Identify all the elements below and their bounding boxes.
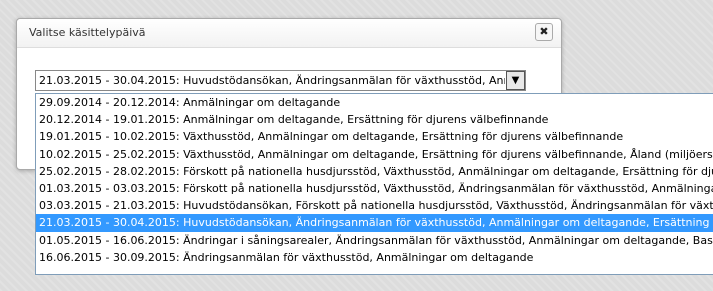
- option-item[interactable]: 29.09.2014 - 20.12.2014: Anmälningar om …: [36, 94, 713, 111]
- option-item[interactable]: 16.06.2015 - 30.09.2015: Ändringsanmälan…: [36, 249, 713, 266]
- option-item[interactable]: 01.05.2015 - 16.06.2015: Ändringar i sån…: [36, 232, 713, 249]
- option-item[interactable]: 19.01.2015 - 10.02.2015: Växthusstöd, An…: [36, 128, 713, 145]
- dropdown-arrow-button[interactable]: ▼: [506, 71, 525, 90]
- chevron-down-icon: ▼: [511, 75, 520, 86]
- option-item[interactable]: 10.02.2015 - 25.02.2015: Växthusstöd, An…: [36, 146, 713, 163]
- close-button[interactable]: ✖: [535, 23, 553, 41]
- option-item[interactable]: 03.03.2015 - 21.03.2015: Huvudstödansöka…: [36, 197, 713, 214]
- dialog-titlebar[interactable]: Valitse käsittelypäivä ✖: [17, 19, 561, 48]
- dialog-title: Valitse käsittelypäivä: [29, 26, 146, 39]
- option-item[interactable]: 01.03.2015 - 03.03.2015: Förskott på nat…: [36, 180, 713, 197]
- date-range-options-list[interactable]: 29.09.2014 - 20.12.2014: Anmälningar om …: [35, 93, 713, 275]
- option-item[interactable]: 20.12.2014 - 19.01.2015: Anmälningar om …: [36, 111, 713, 128]
- option-item[interactable]: 25.02.2015 - 28.02.2015: Förskott på nat…: [36, 163, 713, 180]
- date-range-select[interactable]: 21.03.2015 - 30.04.2015: Huvudstödansöka…: [35, 70, 526, 91]
- close-icon: ✖: [539, 25, 549, 38]
- option-item-selected[interactable]: 21.03.2015 - 30.04.2015: Huvudstödansöka…: [36, 214, 713, 232]
- select-current-value: 21.03.2015 - 30.04.2015: Huvudstödansöka…: [39, 74, 505, 87]
